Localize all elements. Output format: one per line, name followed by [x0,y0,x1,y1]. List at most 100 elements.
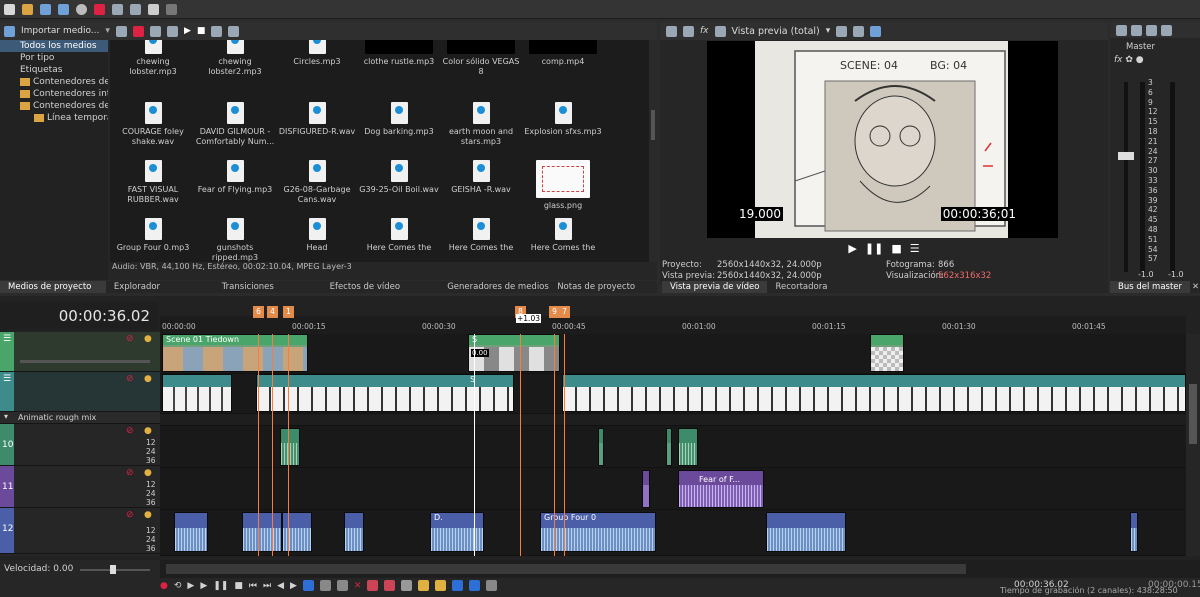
go-to-end-icon[interactable]: ⏭ [263,581,271,591]
audio-clip[interactable] [1130,512,1138,552]
timeline-marker[interactable]: 7 [559,306,570,318]
split-screen-icon[interactable] [714,25,726,37]
media-item[interactable]: Here Comes the [358,218,440,253]
clip-scene-01[interactable]: Scene 01 Tiedown [162,334,308,372]
solo-icon[interactable]: ● [144,374,152,384]
save-icon[interactable] [40,3,51,15]
tab-4[interactable]: Generadores de medios [439,281,549,293]
region-icon[interactable] [435,580,447,591]
mute-icon[interactable]: ⊘ [126,334,134,344]
media-item[interactable]: Here Comes the [522,218,604,253]
audio-clip[interactable] [678,428,698,466]
master-fx-icon[interactable]: fx ✿ ● [1114,55,1144,65]
media-item[interactable]: Color sólido VEGAS 8 [440,40,522,77]
media-item[interactable]: G39-25-Oil Boil.wav [358,160,440,195]
bus-icon[interactable] [1131,24,1142,36]
mixer-icon[interactable] [1116,24,1127,36]
audio-clip[interactable] [242,512,282,552]
views-icon[interactable] [228,25,240,37]
media-item[interactable]: Group Four 0.mp3 [112,218,194,253]
tab-preview-1[interactable]: Recortadora [767,281,835,293]
media-item[interactable]: gunshots ripped.mp3 [194,218,276,262]
redo-icon[interactable] [166,3,177,15]
stop-icon[interactable]: ■ [891,242,901,255]
overlays-grid-icon[interactable] [836,25,848,37]
tree-item[interactable]: Línea temporal [0,112,108,124]
tree-item[interactable]: Contenedores de m [0,76,108,88]
mute-icon[interactable]: ⊘ [126,468,134,478]
solo-icon[interactable]: ● [144,334,152,344]
audio-track-header-10[interactable]: 10 ⊘ ● [0,424,160,466]
copy-icon[interactable] [112,3,123,15]
audio-track-header-11[interactable]: 11 ⊘ ● [0,466,160,508]
media-item[interactable]: Dog barking.mp3 [358,102,440,137]
open-folder-icon[interactable] [22,3,33,15]
audio-clip[interactable] [344,512,364,552]
envelope-tool-icon[interactable] [319,580,331,591]
media-item[interactable]: comp.mp4 [522,40,604,67]
preview-settings-icon[interactable] [666,25,677,37]
media-item[interactable]: Fear of Flying.mp3 [194,160,276,195]
go-to-start-icon[interactable]: ⏮ [249,581,257,591]
audio-clip[interactable] [174,512,208,552]
normal-edit-tool-icon[interactable] [302,580,314,591]
media-item[interactable]: COURAGE foley shake.wav [112,102,194,147]
undo-icon[interactable] [148,3,159,15]
timeline-marker[interactable]: 6 [253,306,264,318]
master-fader-handle[interactable] [1118,152,1134,160]
bus-track-header[interactable]: ▾ Animatic rough mix [0,412,160,424]
copy-snapshot-icon[interactable] [853,25,865,37]
media-item[interactable]: Head [276,218,358,253]
crossfade-icon[interactable] [486,580,498,591]
audio-clip-fear-of-flying[interactable]: Fear of F... [678,470,764,508]
tree-item[interactable]: Contenedores de St [0,100,108,112]
play-icon[interactable]: ▶ [184,26,191,36]
media-item[interactable]: DAVID GILMOUR - Comfortably Num... [194,102,276,147]
media-item[interactable]: Circles.mp3 [276,40,358,67]
view-options-icon[interactable] [166,25,178,37]
dim-icon[interactable] [1161,24,1172,36]
timeline-horizontal-scrollbar[interactable] [160,560,1200,578]
timeline-marker[interactable]: 4 [267,306,278,318]
media-item[interactable]: Explosion sfxs.mp3 [522,102,604,137]
cut-scissors-icon[interactable] [94,3,105,15]
record-icon[interactable]: ● [160,581,168,591]
pause-icon[interactable]: ❚❚ [213,581,228,591]
tab-preview-0[interactable]: Vista previa de vídeo [662,281,768,293]
lock-icon[interactable] [401,580,413,591]
next-frame-icon[interactable]: ▶ [290,581,297,591]
import-media-icon[interactable] [4,25,15,37]
audio-clip-group-four[interactable]: Group Four 0 [540,512,656,552]
delete-icon[interactable]: ✕ [354,581,362,591]
video-track-header-2[interactable]: ☰ ⊘ ● [0,372,160,412]
tab-0[interactable]: Medios de proyecto [0,281,106,293]
selection-tool-icon[interactable] [336,580,348,591]
timeline-marker[interactable]: 1 [283,306,294,318]
play-icon[interactable]: ▶ [200,581,207,591]
tab-2[interactable]: Transiciones [214,281,322,293]
solo-icon[interactable]: ● [144,510,152,520]
speed-slider-handle[interactable] [110,565,116,574]
mute-icon[interactable]: ⊘ [126,374,134,384]
tab-3[interactable]: Efectos de vídeo [322,281,440,293]
tab-1[interactable]: Explorador [106,281,214,293]
play-icon[interactable]: ▶ [848,242,856,255]
mute-icon[interactable]: ⊘ [126,510,134,520]
solo-icon[interactable]: ● [144,468,152,478]
save-snapshot-icon[interactable] [870,25,882,37]
audio-clip[interactable] [598,428,604,466]
solo-icon[interactable]: ● [144,426,152,436]
play-from-start-icon[interactable]: ▶ [187,581,194,591]
capture-icon[interactable] [115,25,127,37]
media-item[interactable]: DISFIGURED-R.wav [276,102,358,137]
import-media-button[interactable]: Importar medio... [21,26,99,36]
audio-clip[interactable] [642,470,650,508]
fx-icon[interactable]: fx [700,26,709,36]
storyboard-clip[interactable] [162,374,232,412]
media-scrollbar[interactable] [649,40,657,262]
menu-lines-icon[interactable]: ☰ [910,242,920,255]
new-project-icon[interactable] [4,3,15,15]
media-item[interactable]: glass.png [522,160,604,211]
chevron-down-icon[interactable]: ▾ [826,26,831,36]
audio-clip[interactable] [282,512,312,552]
